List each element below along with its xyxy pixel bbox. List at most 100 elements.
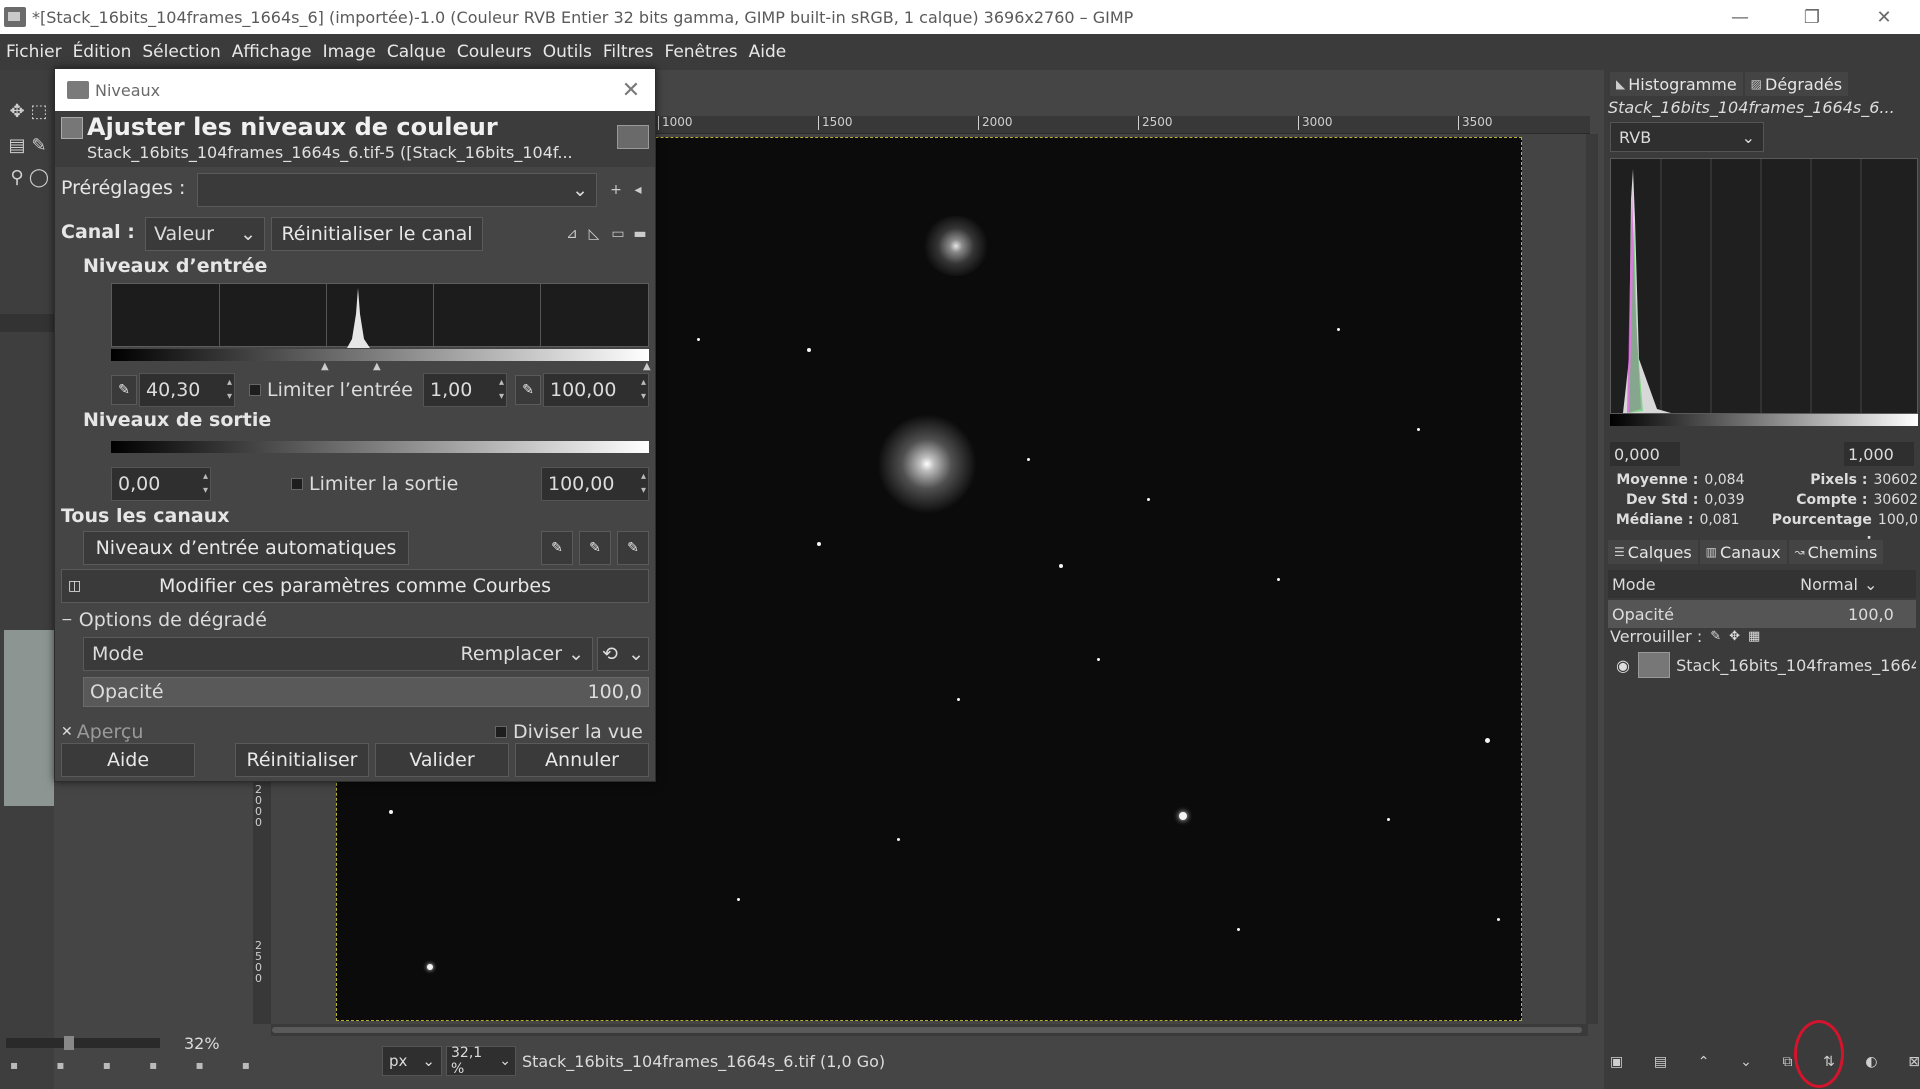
menu-affichage[interactable]: Affichage: [232, 42, 312, 62]
auto-input-levels-button[interactable]: Niveaux d’entrée automatiques: [83, 531, 409, 565]
reset-channel-button[interactable]: Réinitialiser le canal: [271, 217, 483, 251]
zoom-select[interactable]: 32,1 % ⌄: [446, 1045, 516, 1077]
spin-arrows-icon[interactable]: ▴ ▾: [499, 376, 504, 404]
unit-select[interactable]: px ⌄: [382, 1046, 442, 1076]
blend-mode-select[interactable]: Mode Remplacer ⌄: [83, 637, 593, 671]
ok-button[interactable]: Valider: [375, 743, 509, 777]
layer-item[interactable]: ◉ Stack_16bits_104frames_1664s_6: [1608, 648, 1916, 682]
image-navigation-thumbnail[interactable]: [4, 630, 54, 806]
gamma-slider-icon[interactable]: ▲: [373, 361, 381, 372]
output-levels-gradient[interactable]: [111, 441, 649, 453]
output-low-spin[interactable]: 0,00 ▴ ▾: [111, 467, 211, 501]
pick-black-icon[interactable]: ✎: [541, 531, 573, 565]
menu-filtres[interactable]: Filtres: [603, 42, 654, 62]
histogram-gradient[interactable]: [1610, 414, 1918, 426]
lower-layer-icon[interactable]: ⌄: [1740, 1054, 1752, 1078]
histogram-mode-icon[interactable]: ▬: [629, 223, 651, 245]
pencil-tool-icon[interactable]: ✎: [28, 134, 50, 156]
new-layer-icon[interactable]: ▣: [1610, 1054, 1623, 1078]
eye-icon[interactable]: ◉: [1616, 656, 1630, 675]
input-high-spin[interactable]: 100,00 ▴ ▾: [543, 373, 649, 407]
spin-arrows-icon[interactable]: ▴ ▾: [641, 470, 646, 498]
black-point-picker-icon[interactable]: ✎: [111, 375, 137, 405]
linear-histogram-icon[interactable]: ⊿: [561, 223, 583, 245]
histogram-view-icon[interactable]: ▭: [607, 223, 629, 245]
composite-mode-select[interactable]: ⟲ ⌄: [597, 637, 649, 671]
lock-position-icon[interactable]: ✥: [1721, 629, 1740, 644]
clamp-input-checkbox[interactable]: Limiter l’entrée: [249, 379, 413, 401]
zoom-1-1-icon[interactable]: ▪: [103, 1058, 111, 1074]
clamp-output-box[interactable]: [291, 478, 303, 490]
color-picker-tool-icon[interactable]: ⚲: [6, 166, 28, 188]
shrink-wrap-icon[interactable]: ▪: [195, 1058, 203, 1074]
layer-mode-row[interactable]: Mode Normal ⌄: [1608, 570, 1916, 598]
blend-opacity-slider[interactable]: Opacité 100,0: [83, 677, 649, 707]
ellipse-tool-icon[interactable]: ◯: [28, 166, 50, 188]
mask-icon[interactable]: ◐: [1865, 1054, 1877, 1078]
dialog-close-icon[interactable]: ✕: [607, 78, 655, 103]
lock-alpha-icon[interactable]: ▦: [1740, 629, 1760, 644]
menu-fichier[interactable]: Fichier: [6, 42, 62, 62]
preview-checkbox[interactable]: ✕ Aperçu: [61, 721, 143, 743]
menu-outils[interactable]: Outils: [543, 42, 592, 62]
pick-gray-icon[interactable]: ✎: [579, 531, 611, 565]
reset-button[interactable]: Réinitialiser: [235, 743, 369, 777]
blend-options-expander[interactable]: − Options de dégradé: [61, 609, 267, 631]
spin-arrows-icon[interactable]: ▴ ▾: [641, 376, 646, 404]
eraser-tool-icon[interactable]: ▤: [6, 134, 28, 156]
menu-selection[interactable]: Sélection: [142, 42, 220, 62]
zoom-slider[interactable]: [6, 1036, 160, 1050]
close-button[interactable]: ✕: [1848, 0, 1920, 34]
collapse-icon[interactable]: −: [61, 612, 73, 628]
gamma-spin[interactable]: 1,00 ▴ ▾: [423, 373, 507, 407]
checked-icon[interactable]: ✕: [61, 724, 73, 740]
spin-arrows-icon[interactable]: ▴ ▾: [227, 376, 232, 404]
add-preset-icon[interactable]: +: [605, 179, 627, 201]
tab-histogram[interactable]: ◣ Histogramme: [1610, 72, 1743, 96]
white-point-picker-icon[interactable]: ✎: [515, 375, 541, 405]
tab-paths[interactable]: ↝ Chemins: [1788, 540, 1884, 564]
delete-layer-icon[interactable]: ⊠: [1908, 1054, 1920, 1078]
spin-arrows-icon[interactable]: ▴ ▾: [203, 470, 208, 498]
tool-options-tabs[interactable]: [0, 314, 54, 332]
menu-image[interactable]: Image: [323, 42, 376, 62]
lock-pixels-icon[interactable]: ✎: [1702, 629, 1721, 644]
menu-edition[interactable]: Édition: [73, 42, 132, 62]
tab-gradients[interactable]: ▨ Dégradés: [1744, 72, 1849, 96]
histogram-range-low[interactable]: 0,000: [1610, 442, 1680, 466]
zoom-in-icon[interactable]: ▪: [56, 1058, 64, 1074]
restore-button[interactable]: ❐: [1776, 0, 1848, 34]
preset-menu-icon[interactable]: ◂: [627, 179, 649, 201]
help-button[interactable]: Aide: [61, 743, 195, 777]
zoom-fit-icon[interactable]: ▪: [149, 1058, 157, 1074]
new-group-icon[interactable]: ▤: [1654, 1054, 1667, 1078]
white-point-slider-icon[interactable]: ▲: [643, 361, 651, 372]
tab-layers[interactable]: ☰ Calques: [1608, 540, 1698, 564]
presets-select[interactable]: ⌄: [197, 173, 597, 207]
fullscreen-icon[interactable]: ▪: [242, 1058, 250, 1074]
menu-aide[interactable]: Aide: [749, 42, 787, 62]
split-view-checkbox[interactable]: Diviser la vue: [495, 721, 643, 743]
move-tool-icon[interactable]: ✥: [6, 100, 28, 122]
log-histogram-icon[interactable]: ◺: [583, 223, 605, 245]
rect-select-tool-icon[interactable]: ⬚: [28, 100, 50, 122]
raise-layer-icon[interactable]: ⌃: [1698, 1054, 1710, 1078]
histogram-channel-select[interactable]: RVB ⌄: [1610, 122, 1764, 152]
duplicate-layer-icon[interactable]: ⧉: [1782, 1054, 1792, 1078]
zoom-out-icon[interactable]: ▪: [10, 1058, 18, 1074]
input-low-spin[interactable]: 40,30 ▴ ▾: [139, 373, 235, 407]
minimize-button[interactable]: —: [1704, 0, 1776, 34]
output-high-spin[interactable]: 100,00 ▴ ▾: [541, 467, 649, 501]
horizontal-scrollbar[interactable]: [271, 1024, 1588, 1036]
black-point-slider-icon[interactable]: ▲: [321, 361, 329, 372]
histogram-range-high[interactable]: 1,000: [1844, 442, 1914, 466]
menu-couleurs[interactable]: Couleurs: [457, 42, 532, 62]
clamp-output-checkbox[interactable]: Limiter la sortie: [291, 473, 458, 495]
split-view-box[interactable]: [495, 726, 507, 738]
menu-fenetres[interactable]: Fenêtres: [664, 42, 737, 62]
edit-as-curves-button[interactable]: ◫ Modifier ces paramètres comme Courbes: [61, 569, 649, 603]
clamp-input-box[interactable]: [249, 384, 261, 396]
cancel-button[interactable]: Annuler: [515, 743, 649, 777]
menu-calque[interactable]: Calque: [387, 42, 446, 62]
tab-channels[interactable]: ▥ Canaux: [1699, 540, 1787, 564]
